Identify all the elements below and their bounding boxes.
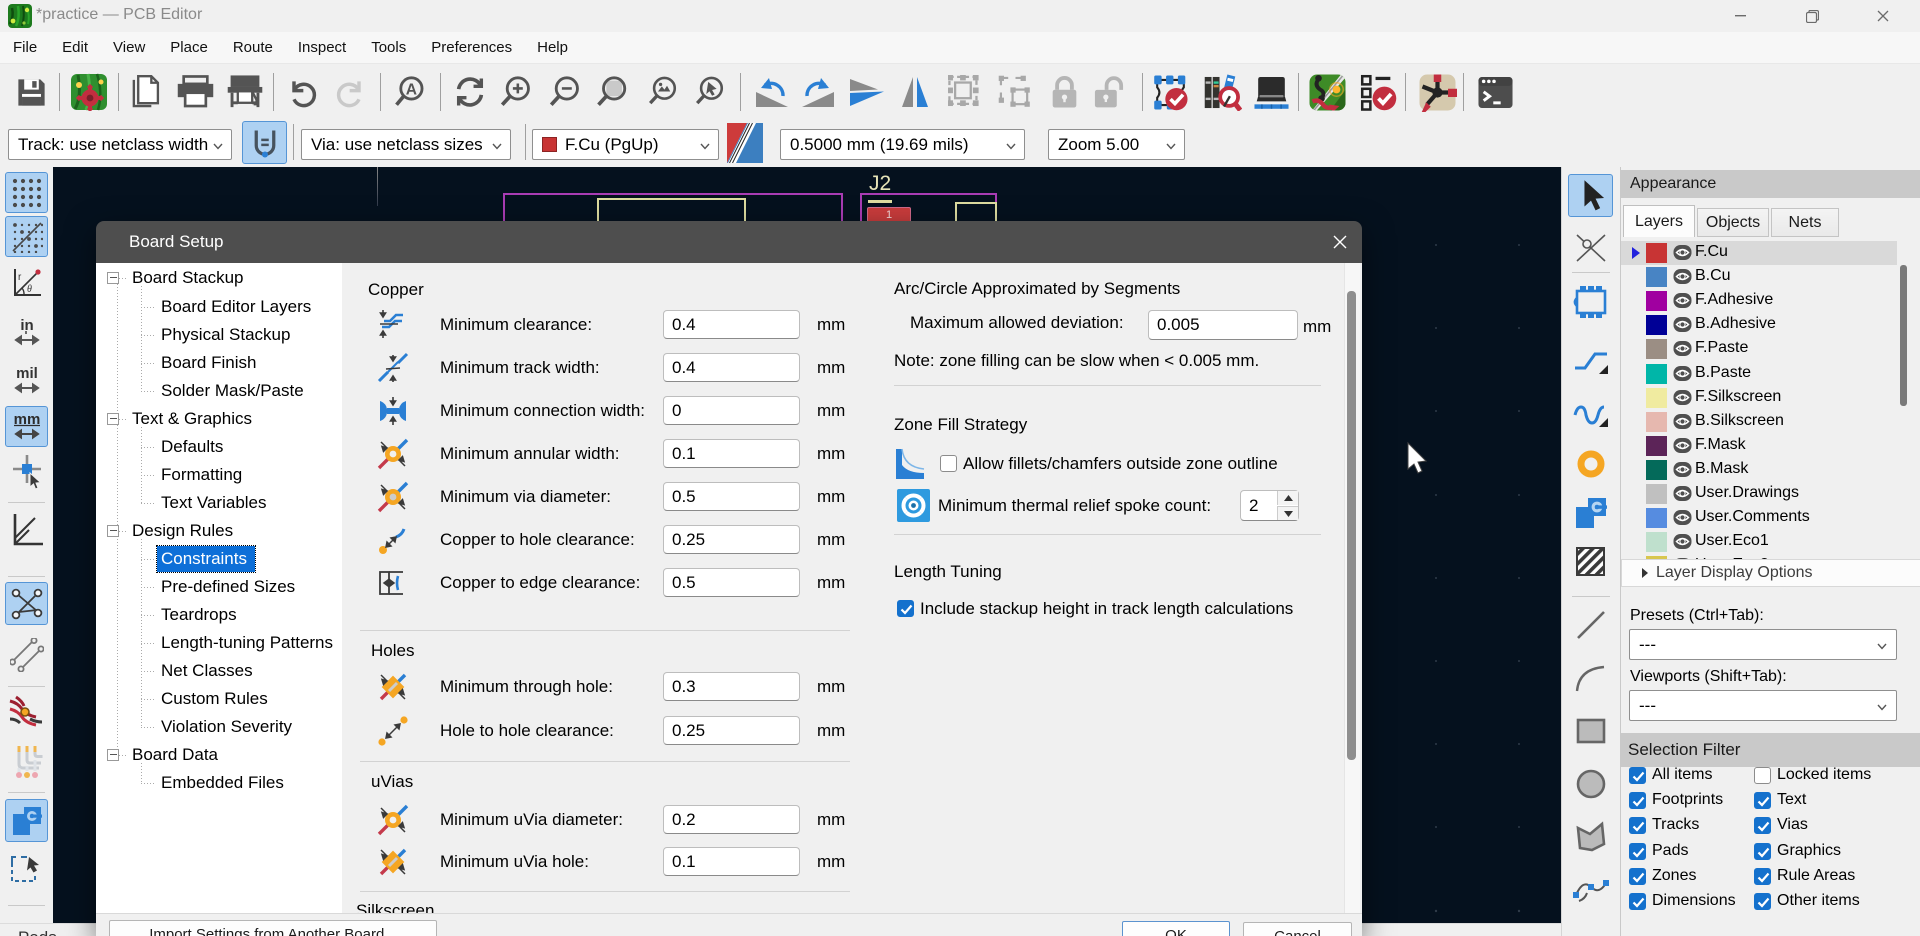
svg-text:θ: θ [27, 284, 32, 295]
svg-text:r: r [18, 272, 22, 283]
svg-text:A: A [406, 81, 417, 98]
svg-text:mil: mil [16, 365, 38, 382]
svg-text:in: in [20, 317, 33, 334]
